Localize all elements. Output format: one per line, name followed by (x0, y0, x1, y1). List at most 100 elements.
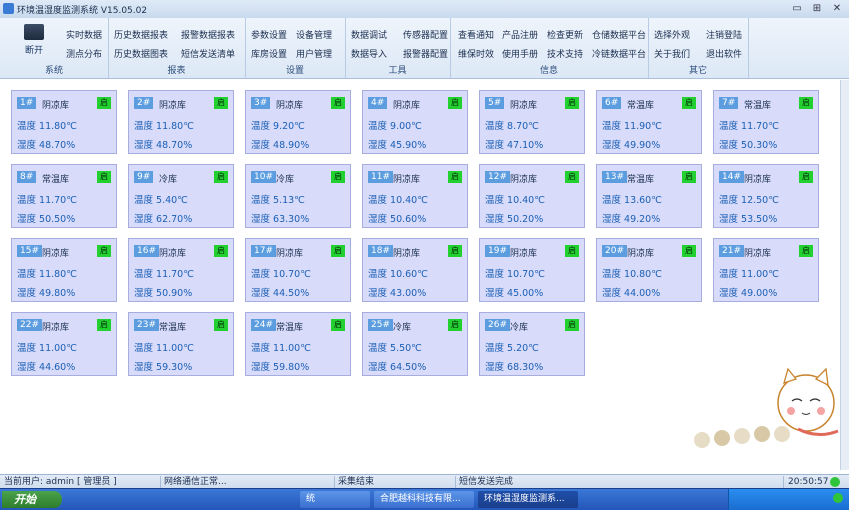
card-storage-type: 常温库 (744, 101, 772, 111)
card-humidity: 湿度 68.30% (485, 362, 544, 373)
card-number: 26# (485, 319, 510, 331)
sensor-card[interactable]: 20# 阴凉库 启温度 10.80℃ 湿度 44.00% (596, 238, 702, 302)
card-storage-type: 常温库 (627, 101, 655, 111)
card-number: 22# (17, 319, 42, 331)
product-register-button[interactable]: 产品注册 (502, 28, 538, 41)
warehouse-platform-button[interactable]: 仓储数据平台 (592, 28, 646, 41)
sensor-card[interactable]: 1# 阴凉库 启温度 11.80℃ 湿度 48.70% (11, 90, 117, 154)
choose-skin-button[interactable]: 选择外观 (654, 28, 690, 41)
coldchain-platform-button[interactable]: 冷链数据平台 (592, 47, 646, 60)
card-humidity: 湿度 62.70% (134, 214, 193, 225)
card-humidity: 湿度 63.30% (251, 214, 310, 225)
sensor-card[interactable]: 26# 冷库 启温度 5.20℃ 湿度 68.30% (479, 312, 585, 376)
maintenance-button[interactable]: 维保时效 (458, 47, 494, 60)
sensor-card[interactable]: 6# 常温库 启温度 11.90℃ 湿度 49.90% (596, 90, 702, 154)
card-storage-type: 阴凉库 (159, 101, 187, 111)
card-status-badge: 启 (97, 319, 111, 331)
sensor-card[interactable]: 16# 阴凉库 启温度 11.70℃ 湿度 50.90% (128, 238, 234, 302)
sensor-card[interactable]: 13# 常温库 启温度 13.60℃ 湿度 49.20% (596, 164, 702, 228)
status-bar: 当前用户: admin [ 管理员 ] 网络通信正常... 采集结束 短信发送完… (0, 474, 849, 489)
card-humidity: 湿度 50.30% (719, 140, 778, 151)
sensor-card[interactable]: 2# 阴凉库 启温度 11.80℃ 湿度 48.70% (128, 90, 234, 154)
sensor-card[interactable]: 5# 阴凉库 启温度 8.70℃ 湿度 47.10% (479, 90, 585, 154)
card-storage-type: 阴凉库 (276, 249, 304, 259)
status-user: 当前用户: admin [ 管理员 ] (4, 477, 117, 487)
alarm-report-button[interactable]: 报警数据报表 (181, 28, 235, 41)
logout-button[interactable]: 注销登陆 (706, 28, 742, 41)
card-storage-type: 阴凉库 (393, 101, 421, 111)
realtime-data-button[interactable]: 实时数据 (66, 28, 102, 41)
card-storage-type: 冷库 (510, 323, 529, 333)
history-chart-button[interactable]: 历史数据图表 (114, 47, 168, 60)
card-humidity: 湿度 48.90% (251, 140, 310, 151)
sensor-card[interactable]: 7# 常温库 启温度 11.70℃ 湿度 50.30% (713, 90, 819, 154)
sensor-card[interactable]: 25# 冷库 启温度 5.50℃ 湿度 64.50% (362, 312, 468, 376)
card-number: 25# (368, 319, 393, 331)
sensor-card[interactable]: 3# 阴凉库 启温度 9.20℃ 湿度 48.90% (245, 90, 351, 154)
card-status-badge: 启 (565, 171, 579, 183)
card-humidity: 湿度 43.00% (368, 288, 427, 299)
taskbar-item-1[interactable]: 统 (300, 491, 370, 508)
sensor-card[interactable]: 8# 常温库 启温度 11.70℃ 湿度 50.50% (11, 164, 117, 228)
sensor-card[interactable]: 18# 阴凉库 启温度 10.60℃ 湿度 43.00% (362, 238, 468, 302)
card-storage-type: 常温库 (42, 175, 70, 185)
card-status-badge: 启 (331, 319, 345, 331)
taskbar-item-3[interactable]: 环境温湿度监测系... (478, 491, 578, 508)
card-number: 9# (134, 171, 154, 183)
taskbar-item-2[interactable]: 合肥越科科技有限... (374, 491, 474, 508)
exit-button[interactable]: 退出软件 (706, 47, 742, 60)
sensor-card[interactable]: 4# 阴凉库 启温度 9.00℃ 湿度 45.90% (362, 90, 468, 154)
card-number: 14# (719, 171, 744, 183)
param-settings-button[interactable]: 参数设置 (251, 28, 287, 41)
user-manage-button[interactable]: 用户管理 (296, 47, 332, 60)
sensor-card[interactable]: 24# 常温库 启温度 11.00℃ 湿度 59.80% (245, 312, 351, 376)
warehouse-settings-button[interactable]: 库房设置 (251, 47, 287, 60)
sensor-card[interactable]: 12# 阴凉库 启温度 10.40℃ 湿度 50.20% (479, 164, 585, 228)
sensor-config-button[interactable]: 传感器配置 (403, 28, 448, 41)
status-time: 20:50:57 (788, 477, 829, 487)
close-button[interactable]: ✕ (830, 2, 844, 15)
disconnect-button[interactable]: 断开 (14, 24, 54, 58)
view-notice-button[interactable]: 查看通知 (458, 28, 494, 41)
history-report-button[interactable]: 历史数据报表 (114, 28, 168, 41)
card-storage-type: 阴凉库 (744, 249, 772, 259)
data-debug-button[interactable]: 数据调试 (351, 28, 387, 41)
sms-list-button[interactable]: 短信发送清单 (181, 47, 235, 60)
sensor-card[interactable]: 23# 常温库 启温度 11.00℃ 湿度 59.30% (128, 312, 234, 376)
sensor-card[interactable]: 21# 阴凉库 启温度 11.00℃ 湿度 49.00% (713, 238, 819, 302)
start-button[interactable]: 开始 (2, 491, 62, 508)
card-temperature: 温度 5.50℃ (368, 343, 422, 354)
ribbon-toolbar: 断开 实时数据 测点分布 系统 历史数据报表 历史数据图表 报警数据报表 短信发… (0, 18, 849, 79)
card-humidity: 湿度 59.80% (251, 362, 310, 373)
card-humidity: 湿度 49.80% (17, 288, 76, 299)
sensor-card[interactable]: 15# 阴凉库 启温度 11.80℃ 湿度 49.80% (11, 238, 117, 302)
sensor-card[interactable]: 10# 冷库 启温度 5.13℃ 湿度 63.30% (245, 164, 351, 228)
card-number: 1# (17, 97, 37, 109)
sensor-card[interactable]: 9# 冷库 启温度 5.40℃ 湿度 62.70% (128, 164, 234, 228)
point-distribution-button[interactable]: 测点分布 (66, 47, 102, 60)
minimize-button[interactable]: ▭ (790, 2, 804, 15)
maximize-button[interactable]: ⊞ (810, 2, 824, 15)
card-number: 23# (134, 319, 159, 331)
sensor-card[interactable]: 17# 阴凉库 启温度 10.70℃ 湿度 44.50% (245, 238, 351, 302)
about-button[interactable]: 关于我们 (654, 47, 690, 60)
sensor-card[interactable]: 11# 阴凉库 启温度 10.40℃ 湿度 50.60% (362, 164, 468, 228)
device-manage-button[interactable]: 设备管理 (296, 28, 332, 41)
sensor-card[interactable]: 22# 阴凉库 启温度 11.00℃ 湿度 44.60% (11, 312, 117, 376)
card-temperature: 温度 10.70℃ (485, 269, 545, 280)
card-status-badge: 启 (331, 245, 345, 257)
card-storage-type: 阴凉库 (393, 175, 421, 185)
card-number: 18# (368, 245, 393, 257)
manual-button[interactable]: 使用手册 (502, 47, 538, 60)
card-humidity: 湿度 47.10% (485, 140, 544, 151)
card-storage-type: 阴凉库 (42, 101, 70, 111)
card-temperature: 温度 11.90℃ (602, 121, 662, 132)
tech-support-button[interactable]: 技术支持 (547, 47, 583, 60)
sensor-card[interactable]: 19# 阴凉库 启温度 10.70℃ 湿度 45.00% (479, 238, 585, 302)
card-temperature: 温度 11.70℃ (719, 121, 779, 132)
sensor-card[interactable]: 14# 阴凉库 启温度 12.50℃ 湿度 53.50% (713, 164, 819, 228)
data-import-button[interactable]: 数据导入 (351, 47, 387, 60)
check-update-button[interactable]: 检查更新 (547, 28, 583, 41)
alarm-config-button[interactable]: 报警器配置 (403, 47, 448, 60)
card-number: 15# (17, 245, 42, 257)
